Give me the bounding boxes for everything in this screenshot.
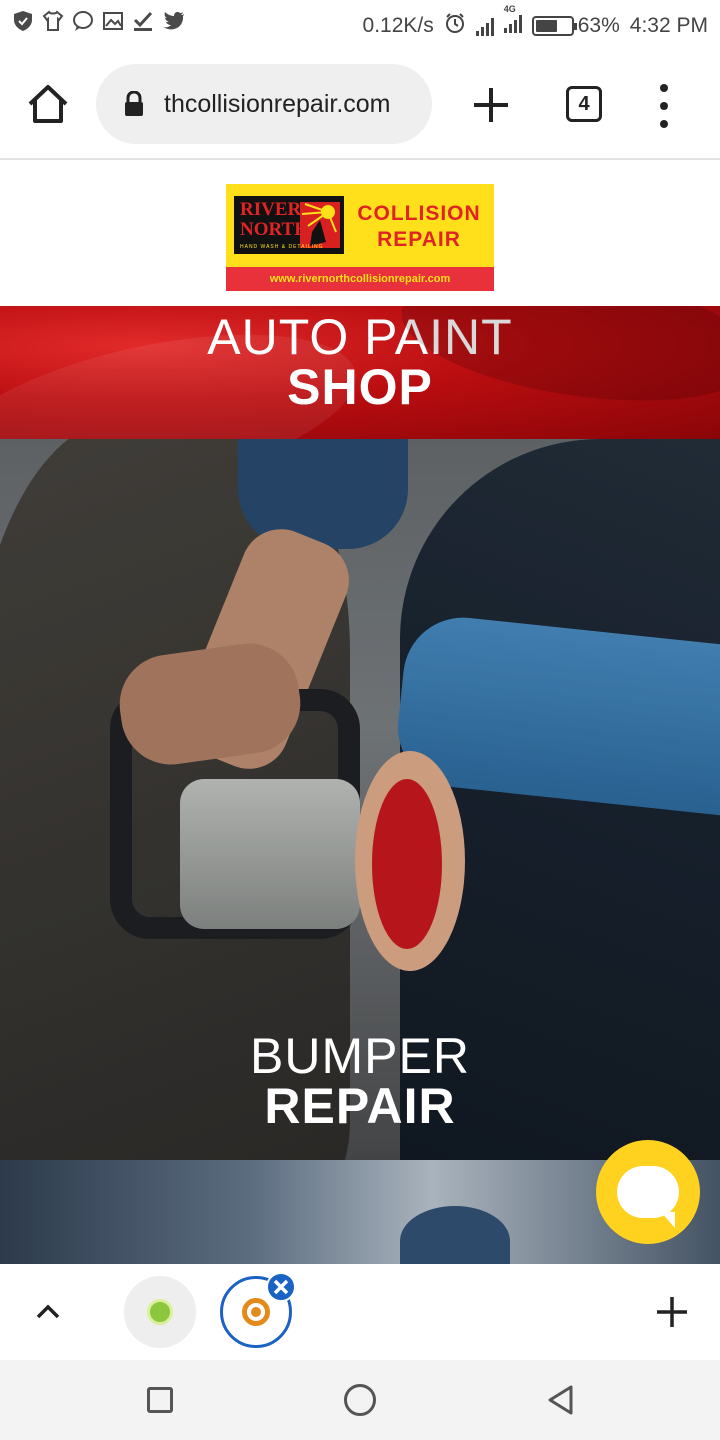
clock: 4:32 PM <box>629 14 708 37</box>
tab-thumbnail-1[interactable] <box>124 1276 196 1348</box>
site-logo[interactable]: RIVER NORTH HAND WASH & DETAILING COLLIS… <box>226 184 494 291</box>
home-nav-button[interactable] <box>344 1384 376 1416</box>
network-type: 4G <box>503 4 516 14</box>
notification-icons <box>12 10 184 32</box>
lock-icon <box>124 90 144 117</box>
lime-favicon-icon <box>147 1299 173 1325</box>
chat-icon <box>72 10 94 32</box>
recents-button[interactable] <box>147 1387 173 1413</box>
battery-icon <box>531 16 577 36</box>
tab-strip <box>0 1264 720 1360</box>
system-nav-bar <box>0 1360 720 1440</box>
tshirt-icon <box>42 10 64 32</box>
signal-icon <box>475 16 494 36</box>
wheel-favicon-icon <box>242 1298 270 1326</box>
banner-auto-paint-shop[interactable]: AUTO PAINT SHOP <box>0 306 720 439</box>
logo-mark: RIVER NORTH HAND WASH & DETAILING <box>234 196 344 254</box>
banner-title-bold: SHOP <box>287 359 433 415</box>
status-bar: 0.12K/s 4G 63% 4:32 PM <box>0 0 720 50</box>
menu-button[interactable] <box>652 84 676 128</box>
shield-icon <box>12 10 34 32</box>
network-speed: 0.12K/s <box>362 14 434 37</box>
expand-tabs-button[interactable] <box>30 1294 66 1330</box>
plus-icon <box>657 1297 687 1327</box>
banner-title-bold: REPAIR <box>264 1078 456 1134</box>
home-icon <box>28 85 68 123</box>
photo-mechanic <box>400 1206 510 1264</box>
tab-switcher-button[interactable]: 4 <box>566 86 602 122</box>
url-text: thcollisionrepair.com <box>164 89 391 118</box>
logo-tagline: HAND WASH & DETAILING <box>240 244 324 250</box>
dot <box>660 84 668 92</box>
chevron-up-icon <box>36 1304 60 1319</box>
image-icon <box>102 10 124 32</box>
add-tab-button[interactable] <box>654 1294 690 1330</box>
logo-emblem-icon <box>300 202 340 248</box>
new-tab-button[interactable] <box>470 84 512 126</box>
signal-4g-icon: 4G <box>503 4 522 39</box>
banner-bumper-repair[interactable]: BUMPER REPAIR <box>0 439 720 1160</box>
close-icon <box>273 1279 289 1295</box>
browser-toolbar: thcollisionrepair.com 4 <box>0 50 720 160</box>
alarm-icon <box>444 12 466 40</box>
back-button[interactable] <box>545 1384 577 1416</box>
live-chat-button[interactable] <box>596 1140 700 1244</box>
logo-brand-left: RIVER NORTH <box>240 199 310 240</box>
plus-icon <box>474 88 508 122</box>
dot <box>660 120 668 128</box>
twitter-icon <box>162 10 184 32</box>
logo-brand-right: COLLISION REPAIR <box>357 202 481 251</box>
home-button[interactable] <box>26 84 70 124</box>
close-tab-button[interactable] <box>266 1272 296 1302</box>
check-icon <box>132 10 154 32</box>
dot <box>660 102 668 110</box>
address-bar[interactable]: thcollisionrepair.com <box>96 64 432 144</box>
logo-url: www.rivernorthcollisionrepair.com <box>226 267 494 291</box>
chat-bubble-icon <box>617 1166 679 1228</box>
battery-percent: 63% <box>577 14 620 37</box>
back-triangle-icon <box>548 1385 573 1415</box>
